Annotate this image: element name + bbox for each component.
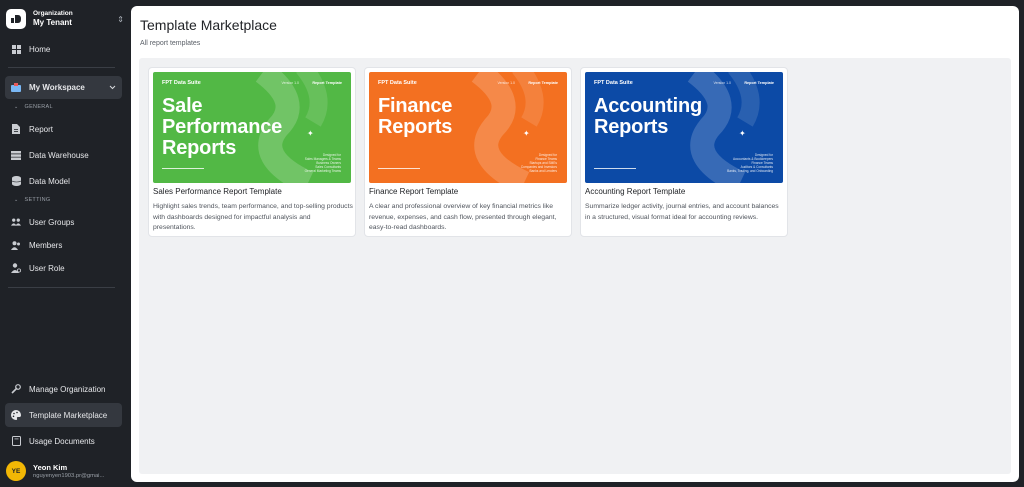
- user-name: Yeon Kim: [33, 462, 68, 472]
- main-panel: Template Marketplace All report template…: [131, 6, 1019, 482]
- nav-usage-documents[interactable]: Usage Documents: [5, 430, 122, 452]
- sparkle-icon: ✦: [739, 129, 746, 138]
- headline-line: Finance: [378, 95, 453, 117]
- section-general: ⌄ GENERAL: [14, 104, 53, 110]
- template-thumbnail[interactable]: FPT Data Suite Version 1.0 Report Templa…: [369, 72, 567, 183]
- underline-decoration: [594, 168, 636, 169]
- thumbnail-headline: Sale Performance Reports: [162, 96, 282, 159]
- nav-template-marketplace-label: Template Marketplace: [29, 410, 108, 420]
- brand-text: FPT Data Suite: [162, 80, 201, 86]
- card-description: A clear and professional overview of key…: [369, 203, 557, 231]
- audience-list: Designed for Finance Teams Startups and …: [521, 153, 557, 173]
- nav-data-warehouse-label: Data Warehouse: [29, 150, 89, 160]
- underline-decoration: [162, 168, 204, 169]
- audience-list: Designed for Sales Managers & Teams Busi…: [305, 153, 341, 173]
- nav-members[interactable]: Members: [5, 234, 122, 256]
- palette-icon: [11, 410, 21, 420]
- nav-user-groups-label: User Groups: [29, 217, 75, 227]
- card-description: Summarize ledger activity, journal entri…: [585, 203, 779, 221]
- brand-text: FPT Data Suite: [594, 80, 633, 86]
- section-setting: ⌄ SETTING: [14, 197, 50, 203]
- nav-home-label: Home: [29, 44, 51, 54]
- audience-item: Banks, Trading, and Onboarding: [727, 169, 773, 173]
- avatar: YE: [6, 461, 26, 481]
- version-text: Version 1.0: [713, 81, 731, 85]
- members-icon: [11, 240, 21, 250]
- divider: [8, 287, 115, 288]
- card-title: Accounting Report Template: [585, 187, 686, 196]
- nav-usage-documents-label: Usage Documents: [29, 436, 95, 446]
- card-title: Sales Performance Report Template: [153, 187, 282, 196]
- book-icon: [11, 436, 21, 446]
- nav-data-model[interactable]: Data Model: [5, 170, 122, 192]
- users-icon: [11, 217, 21, 227]
- page-subtitle: All report templates: [140, 40, 201, 47]
- headline-line: Reports: [378, 116, 453, 138]
- template-grid: FPT Data Suite Version 1.0 Report Templa…: [139, 58, 1011, 474]
- nav-report-label: Report: [29, 124, 54, 134]
- report-template-tag: Report Template: [744, 81, 774, 85]
- headline-line: Reports: [162, 137, 237, 159]
- nav-my-workspace-label: My Workspace: [29, 83, 85, 92]
- nav-user-groups[interactable]: User Groups: [5, 211, 122, 233]
- nav-data-warehouse[interactable]: Data Warehouse: [5, 144, 122, 166]
- nav-home[interactable]: Home: [5, 38, 122, 60]
- org-name: My Tenant: [33, 18, 72, 27]
- brand-text: FPT Data Suite: [378, 80, 417, 86]
- section-general-label: GENERAL: [24, 104, 53, 110]
- divider: [8, 67, 115, 68]
- wrench-icon: [11, 384, 21, 394]
- chevron-down-icon: ⌄: [14, 104, 19, 110]
- audience-item: General Marketing Teams: [304, 169, 341, 173]
- report-template-tag: Report Template: [528, 81, 558, 85]
- page-title: Template Marketplace: [140, 17, 277, 33]
- grid-icon: [11, 44, 21, 54]
- template-card-accounting[interactable]: FPT Data Suite Version 1.0 Report Templa…: [580, 67, 788, 237]
- nav-manage-organization-label: Manage Organization: [29, 384, 106, 394]
- user-role-icon: [11, 263, 21, 273]
- nav-data-model-label: Data Model: [29, 176, 70, 186]
- template-thumbnail[interactable]: FPT Data Suite Version 1.0 Report Templa…: [585, 72, 783, 183]
- sparkle-icon: ✦: [307, 129, 314, 138]
- thumbnail-headline: Accounting Reports: [594, 96, 702, 138]
- nav-user-role[interactable]: User Role: [5, 257, 122, 279]
- warehouse-icon: [11, 150, 21, 160]
- card-title: Finance Report Template: [369, 187, 459, 196]
- org-switcher[interactable]: Organization My Tenant ⇕: [6, 7, 124, 31]
- org-label: Organization: [33, 10, 73, 17]
- nav-members-label: Members: [29, 240, 63, 250]
- template-card-sales[interactable]: FPT Data Suite Version 1.0 Report Templa…: [148, 67, 356, 237]
- underline-decoration: [378, 168, 420, 169]
- nav-my-workspace[interactable]: My Workspace: [5, 76, 122, 99]
- headline-line: Reports: [594, 116, 669, 138]
- user-profile[interactable]: YE Yeon Kim nguyenyen1903.pr@gmai...: [6, 460, 126, 482]
- section-setting-label: SETTING: [24, 197, 51, 203]
- chevron-down-icon: ⌄: [14, 197, 19, 203]
- thumbnail-headline: Finance Reports: [378, 96, 452, 138]
- headline-line: Performance: [162, 116, 283, 138]
- org-logo-icon: [6, 9, 26, 29]
- workspace-icon: [11, 83, 21, 93]
- audience-list: Designed for Accountants & Bookkeepers F…: [727, 153, 773, 173]
- headline-line: Sale: [162, 95, 203, 117]
- version-text: Version 1.0: [281, 81, 299, 85]
- nav-user-role-label: User Role: [29, 263, 65, 273]
- nav-report[interactable]: Report: [5, 118, 122, 140]
- nav-manage-organization[interactable]: Manage Organization: [5, 378, 122, 400]
- card-description: Highlight sales trends, team performance…: [153, 203, 353, 231]
- nav-template-marketplace[interactable]: Template Marketplace: [5, 403, 122, 427]
- sparkle-icon: ✦: [523, 129, 530, 138]
- chevron-updown-icon: ⇕: [117, 14, 124, 24]
- database-icon: [11, 176, 21, 186]
- version-text: Version 1.0: [497, 81, 515, 85]
- user-email: nguyenyen1903.pr@gmai...: [33, 472, 105, 479]
- template-thumbnail[interactable]: FPT Data Suite Version 1.0 Report Templa…: [153, 72, 351, 183]
- headline-line: Accounting: [594, 95, 702, 117]
- audience-item: Banks and Lenders: [529, 169, 557, 173]
- report-template-tag: Report Template: [312, 81, 342, 85]
- chevron-down-icon: [109, 83, 116, 92]
- template-card-finance[interactable]: FPT Data Suite Version 1.0 Report Templa…: [364, 67, 572, 237]
- document-icon: [11, 124, 21, 134]
- sidebar: Organization My Tenant ⇕ Home My Workspa…: [0, 0, 130, 487]
